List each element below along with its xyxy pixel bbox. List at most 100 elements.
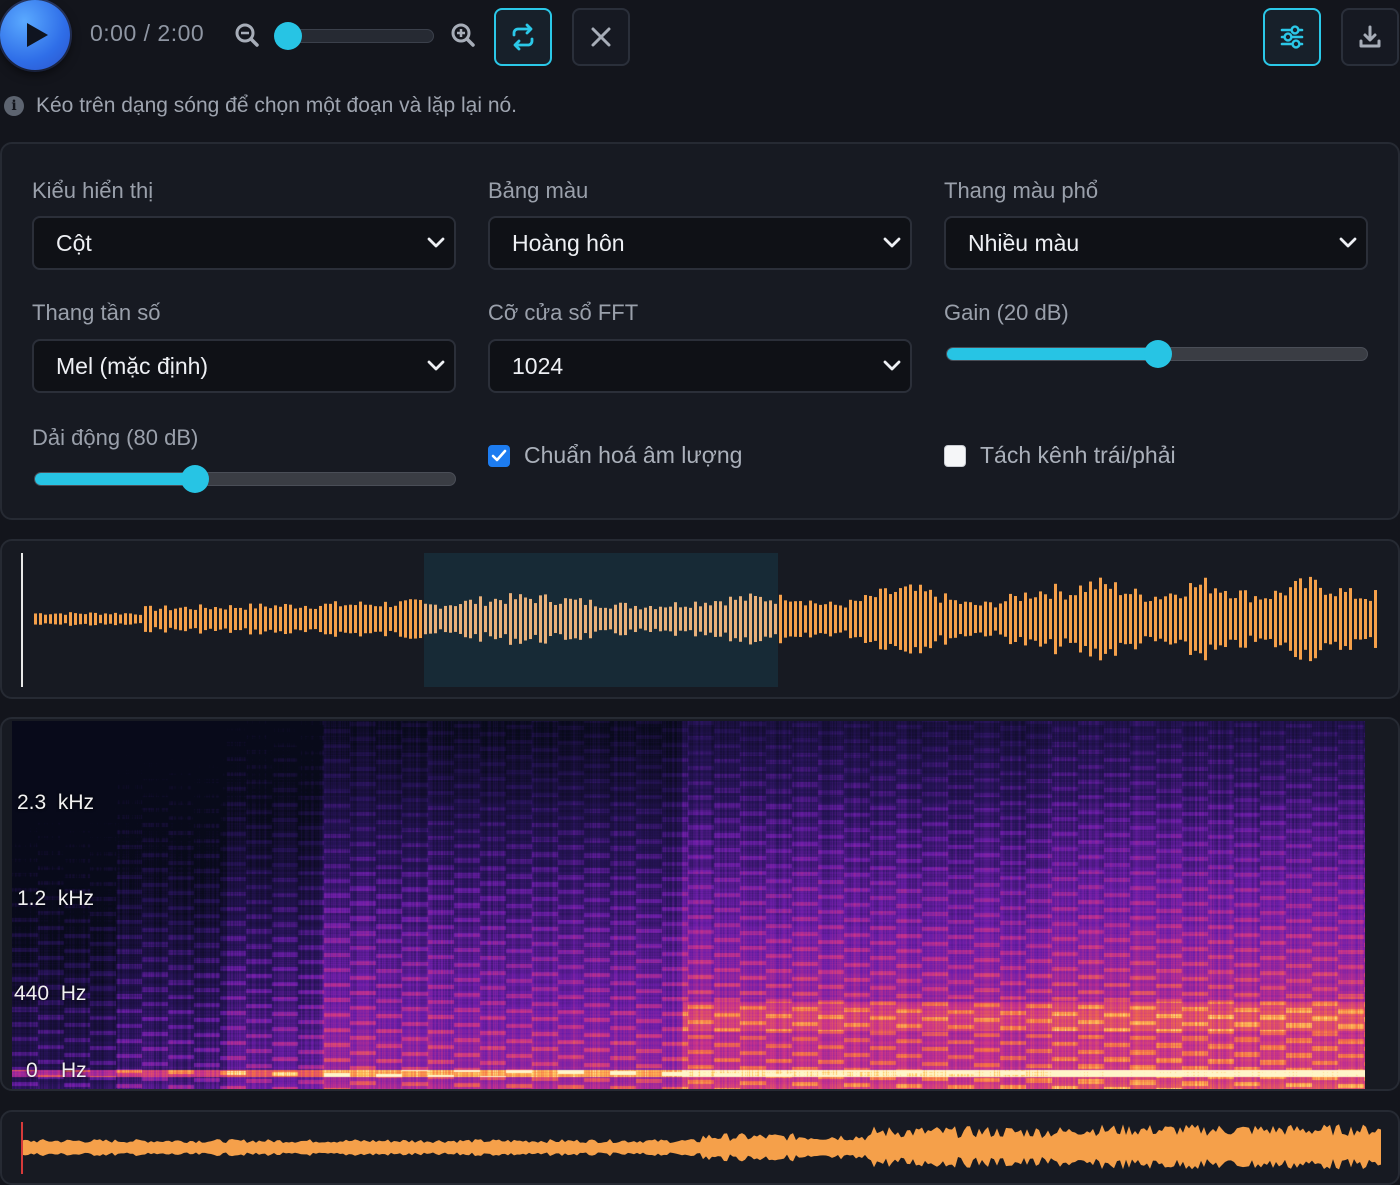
freq-scale-select[interactable]: Mel (mặc định) — [32, 339, 456, 393]
chevron-down-icon — [427, 237, 445, 248]
hint-text: Kéo trên dạng sóng để chọn một đoạn và l… — [36, 94, 518, 117]
waveform-bar — [724, 605, 727, 633]
play-button[interactable] — [0, 0, 70, 70]
waveform-bar — [114, 612, 117, 626]
waveform-bar — [1374, 590, 1377, 648]
waveform-bar — [209, 609, 212, 629]
display-mode-value: Cột — [56, 230, 92, 256]
waveform-bar — [744, 600, 747, 638]
waveform-bar — [939, 602, 942, 636]
waveform-bar — [909, 584, 912, 654]
waveform-bar — [1224, 590, 1227, 648]
fft-size-value: 1024 — [512, 353, 564, 379]
waveform-bar — [379, 606, 382, 632]
waveform-bar — [914, 590, 917, 648]
waveform-bar — [719, 601, 722, 637]
waveform-bar — [124, 613, 127, 625]
settings-toggle-button[interactable] — [1263, 8, 1321, 66]
waveform-bar — [304, 605, 307, 633]
freq-label-2300: 2.3 kHz — [17, 791, 95, 814]
waveform-bar — [889, 594, 892, 644]
zoom-in-icon[interactable] — [450, 22, 476, 53]
minimap-panel[interactable] — [0, 1110, 1400, 1185]
checkbox-checked[interactable] — [488, 444, 510, 467]
waveform-bar — [1099, 577, 1102, 661]
waveform-bar — [204, 607, 207, 631]
clear-selection-button[interactable] — [572, 8, 630, 66]
waveform-bar — [294, 608, 297, 630]
dynamic-range-slider[interactable] — [34, 465, 456, 493]
waveform-bar — [1154, 596, 1157, 642]
gain-slider-thumb[interactable] — [1144, 340, 1172, 368]
split-channels-label: Tách kênh trái/phải — [980, 442, 1176, 468]
spectrum-scale-select[interactable]: Nhiều màu — [944, 216, 1368, 270]
spectrogram-panel[interactable]: 2.3 kHz 1.2 kHz 440 Hz 0 Hz — [0, 717, 1400, 1091]
waveform-bar — [279, 606, 282, 632]
waveform-bar — [474, 603, 477, 635]
waveform-bar — [1079, 585, 1082, 653]
normalize-checkbox[interactable]: Chuẩn hoá âm lượng — [488, 442, 742, 469]
spectrum-scale-value: Nhiều màu — [968, 230, 1080, 256]
waveform-bar — [694, 601, 697, 637]
waveform-bar — [684, 606, 687, 632]
minimap-wave-shape — [22, 1124, 1381, 1170]
display-mode-label: Kiểu hiển thị — [32, 178, 154, 203]
waveform-panel[interactable] — [0, 539, 1400, 699]
checkbox-unchecked[interactable] — [944, 444, 966, 467]
zoom-slider-thumb[interactable] — [274, 22, 302, 50]
waveform-bar — [1024, 592, 1027, 646]
gain-slider[interactable] — [946, 340, 1368, 368]
waveform-bar — [924, 591, 927, 647]
waveform-bar — [284, 603, 287, 635]
waveform-bar — [904, 586, 907, 652]
waveform-bar — [1149, 601, 1152, 637]
palette-label: Bảng màu — [488, 178, 589, 203]
chevron-down-icon — [427, 360, 445, 371]
waveform-bar — [784, 600, 787, 638]
waveform-bar — [714, 601, 717, 637]
freq-scale-value: Mel (mặc định) — [56, 353, 209, 379]
waveform-bar — [749, 593, 752, 645]
waveform-bar — [1269, 599, 1272, 639]
zoom-out-icon[interactable] — [234, 22, 260, 53]
waveform-bar — [319, 605, 322, 633]
waveform-bar — [99, 614, 102, 624]
waveform-bar — [254, 608, 257, 630]
waveform-bar — [244, 609, 247, 629]
waveform-bar — [654, 609, 657, 629]
minimap-cursor[interactable] — [21, 1122, 23, 1174]
dynamic-range-slider-thumb[interactable] — [181, 465, 210, 493]
waveform-bar — [104, 613, 107, 625]
waveform-bar — [1169, 593, 1172, 645]
waveform-bar — [819, 604, 822, 634]
download-button[interactable] — [1341, 8, 1399, 66]
waveform-bar — [859, 601, 862, 637]
waveform-bar — [324, 603, 327, 635]
play-icon — [27, 23, 48, 47]
waveform-bar — [954, 600, 957, 638]
loop-button[interactable] — [494, 8, 552, 66]
waveform-bar — [794, 601, 797, 637]
fft-size-select[interactable]: 1024 — [488, 339, 912, 393]
waveform-bar — [559, 603, 562, 635]
waveform-bar — [159, 608, 162, 630]
waveform-bar — [79, 613, 82, 625]
waveform-bar — [129, 613, 132, 625]
split-channels-checkbox[interactable]: Tách kênh trái/phải — [944, 442, 1176, 469]
zoom-slider-track[interactable] — [288, 29, 434, 43]
waveform-bar — [439, 608, 442, 630]
waveform-bar — [1364, 599, 1367, 639]
waveform-bar — [739, 596, 742, 642]
waveform-bar — [989, 602, 992, 636]
palette-select[interactable]: Hoàng hôn — [488, 216, 912, 270]
waveform-bar — [614, 604, 617, 634]
display-mode-select[interactable]: Cột — [32, 216, 456, 270]
waveform-bar — [799, 601, 802, 637]
check-icon — [491, 449, 507, 461]
spectrum-scale-label: Thang màu phổ — [944, 178, 1099, 203]
waveform-bar — [289, 604, 292, 634]
waveform-bar — [274, 605, 277, 633]
playhead-cursor[interactable] — [21, 553, 23, 687]
waveform-bar — [639, 609, 642, 629]
waveform-bar — [854, 600, 857, 638]
